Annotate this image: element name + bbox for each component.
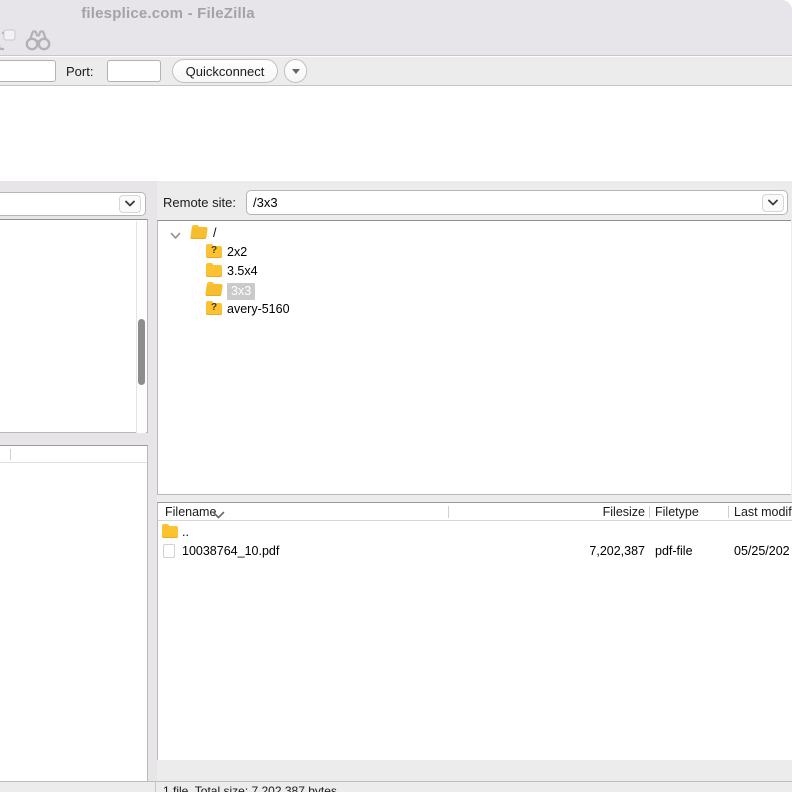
- folder-icon: [162, 524, 178, 538]
- tree-item-label: avery-5160: [227, 302, 290, 316]
- tree-item-label: 3x3: [227, 283, 256, 300]
- status-bar: 1 file. Total size: 7,202,387 bytes: [0, 781, 792, 792]
- local-file-list[interactable]: [0, 445, 148, 781]
- remote-site-label: Remote site:: [163, 195, 236, 210]
- port-input[interactable]: [107, 60, 161, 82]
- tree-item-selected[interactable]: 3x3: [158, 281, 791, 300]
- window-chrome: filesplice.com - FileZilla: [0, 0, 792, 56]
- quickconnect-button[interactable]: Quickconnect: [172, 59, 278, 83]
- file-list-header: Filename Filesize Filetype Last modif: [158, 503, 792, 521]
- file-type: pdf-file: [655, 544, 693, 558]
- file-row[interactable]: 10038764_10.pdf 7,202,387 pdf-file 05/25…: [158, 542, 792, 560]
- port-label: Port:: [66, 64, 94, 79]
- quickconnect-dropdown-button[interactable]: [284, 59, 307, 83]
- title-bar[interactable]: filesplice.com - FileZilla: [0, 0, 792, 28]
- tree-item-root[interactable]: /: [158, 224, 791, 243]
- chevron-down-icon[interactable]: [762, 194, 784, 212]
- chevron-expanded-icon[interactable]: [170, 229, 181, 243]
- toolbar: [0, 26, 792, 56]
- remote-status-text: 1 file. Total size: 7,202,387 bytes: [163, 784, 337, 792]
- remote-site-bar: Remote site: /3x3: [157, 190, 792, 216]
- local-site-combobox[interactable]: [0, 192, 146, 216]
- sync-icon[interactable]: [0, 28, 16, 54]
- file-size: 7,202,387: [589, 544, 645, 558]
- remote-site-combobox[interactable]: /3x3: [246, 190, 788, 215]
- tree-item-label: /: [213, 226, 217, 240]
- tree-item[interactable]: ? avery-5160: [158, 300, 791, 319]
- file-icon: [163, 544, 175, 558]
- sort-descending-icon: [212, 508, 225, 522]
- remote-directory-tree[interactable]: / ? 2x2 3.5x4 3x3 ? avery-5160: [157, 220, 791, 495]
- quickconnect-bar: Port: Quickconnect: [0, 57, 792, 86]
- remote-site-path: /3x3: [253, 195, 278, 210]
- tree-item-label: 2x2: [227, 245, 248, 259]
- panel-splitter[interactable]: [150, 181, 157, 782]
- window-title: filesplice.com - FileZilla: [81, 5, 255, 22]
- filezilla-window: filesplice.com - FileZilla Port: Quickco…: [0, 0, 792, 792]
- remote-file-list[interactable]: Filename Filesize Filetype Last modif ..: [157, 502, 792, 760]
- local-file-list-header[interactable]: [0, 446, 147, 463]
- file-name: 10038764_10.pdf: [182, 544, 280, 558]
- column-header-filetype[interactable]: Filetype: [655, 505, 699, 519]
- scrollbar-thumb[interactable]: [138, 319, 145, 385]
- column-separator: [10, 449, 11, 460]
- column-header-filename[interactable]: Filename: [165, 505, 216, 519]
- remote-panel: Remote site: /3x3 / ? 2x2 3.5x4 3x3 ? av…: [157, 181, 792, 782]
- folder-icon: [206, 263, 222, 277]
- tree-item[interactable]: ? 2x2: [158, 243, 791, 262]
- column-separator[interactable]: [649, 506, 650, 518]
- local-directory-tree[interactable]: [0, 219, 148, 433]
- folder-open-icon: [205, 284, 223, 296]
- local-tree-scrollbar[interactable]: [136, 221, 146, 433]
- chevron-down-icon[interactable]: [119, 195, 141, 213]
- column-header-last-modified[interactable]: Last modif: [734, 505, 792, 519]
- file-name: ..: [182, 525, 189, 539]
- tree-item-label: 3.5x4: [227, 264, 258, 278]
- tree-item[interactable]: 3.5x4: [158, 262, 791, 281]
- find-files-binoculars-icon[interactable]: [24, 28, 52, 52]
- message-log: [0, 86, 792, 181]
- dropdown-arrow-icon: [291, 68, 300, 74]
- folder-question-icon: ?: [206, 301, 222, 315]
- file-last-modified: 05/25/202: [734, 544, 790, 558]
- host-input[interactable]: [0, 60, 56, 82]
- file-row-parent-dir[interactable]: ..: [158, 523, 792, 541]
- column-separator[interactable]: [728, 506, 729, 518]
- folder-open-icon: [190, 227, 208, 239]
- status-divider: [155, 782, 156, 792]
- main-area: Remote site: /3x3 / ? 2x2 3.5x4 3x3 ? av…: [0, 181, 792, 792]
- column-separator[interactable]: [448, 506, 449, 518]
- column-header-filesize[interactable]: Filesize: [538, 505, 645, 519]
- folder-question-icon: ?: [206, 244, 222, 258]
